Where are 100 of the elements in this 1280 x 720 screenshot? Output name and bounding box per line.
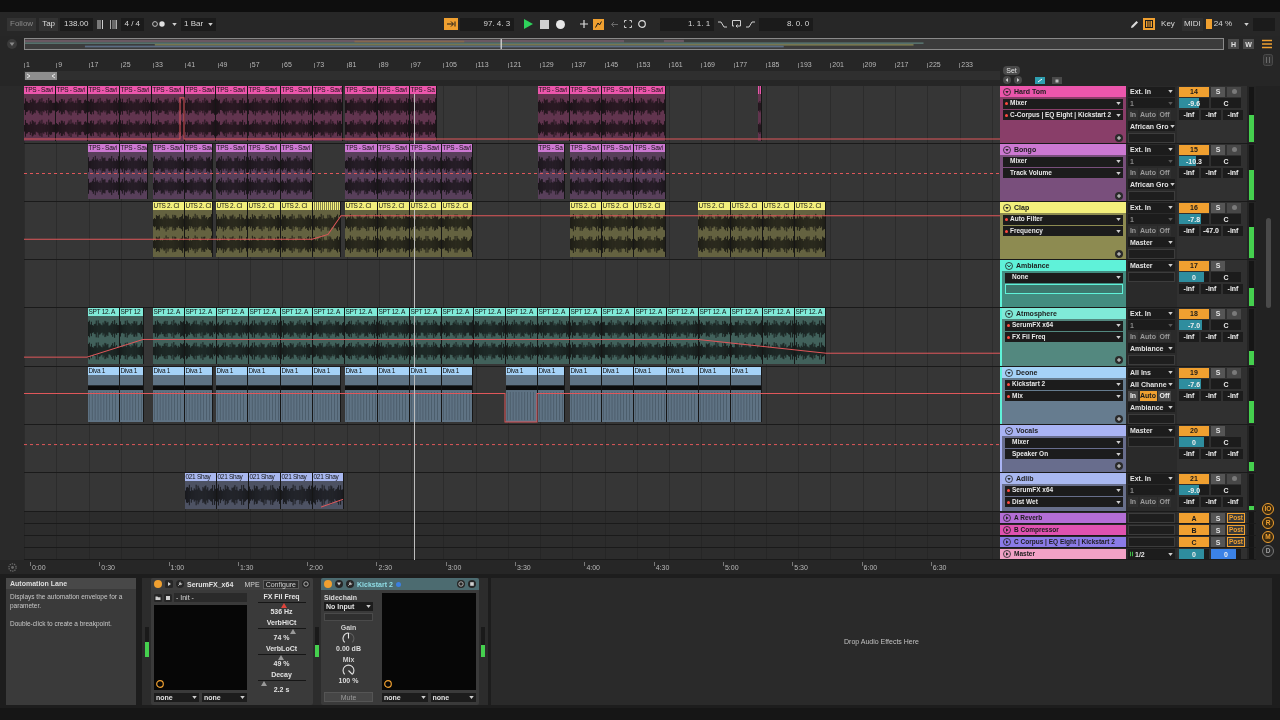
toggle-dot-icon[interactable]: [324, 580, 332, 588]
square-icon[interactable]: [164, 593, 172, 602]
wrench-icon[interactable]: [346, 580, 354, 588]
double-bar-icon[interactable]: [1263, 54, 1273, 66]
waveform: [216, 210, 247, 257]
corner-brackets-icon[interactable]: [624, 20, 633, 28]
fold-triangle-icon[interactable]: [1005, 309, 1013, 318]
gear-icon[interactable]: [7, 562, 17, 572]
rotary-knob[interactable]: [342, 632, 355, 645]
expand-triangle-icon[interactable]: [1003, 550, 1011, 558]
parameter-slider[interactable]: [257, 654, 306, 660]
empty-field[interactable]: [1128, 413, 1175, 424]
empty-field[interactable]: [1128, 190, 1175, 201]
follow-button[interactable]: Follow: [7, 17, 37, 31]
position-toggle-button[interactable]: [444, 18, 459, 30]
arm-button[interactable]: [1227, 202, 1241, 213]
add-circle-icon[interactable]: [1115, 356, 1123, 364]
add-circle-icon[interactable]: [1115, 415, 1123, 423]
audio-clip[interactable]: [313, 202, 341, 257]
fold-triangle-icon[interactable]: [1005, 368, 1013, 377]
slider-thumb[interactable]: [280, 603, 287, 608]
step-line-icon[interactable]: [718, 20, 728, 28]
midi-map-button[interactable]: MIDI: [1181, 17, 1203, 31]
wrench-icon[interactable]: [176, 580, 184, 588]
ring-icon[interactable]: [457, 580, 465, 588]
loop-bar[interactable]: [24, 71, 1000, 80]
expand-triangle-icon[interactable]: [1003, 538, 1011, 546]
arm-button[interactable]: [1227, 367, 1241, 378]
add-circle-icon[interactable]: [1115, 192, 1123, 200]
ring-icon[interactable]: [302, 580, 310, 588]
parameter-slider[interactable]: [257, 680, 306, 686]
slider-thumb[interactable]: [290, 629, 296, 634]
empty-field[interactable]: [1128, 272, 1175, 282]
tempo-field[interactable]: 138.00: [60, 17, 93, 31]
expand-triangle-icon[interactable]: [1003, 526, 1011, 534]
caret-icon: [1116, 500, 1121, 504]
loop-icon[interactable]: [732, 20, 742, 28]
fold-triangle-icon[interactable]: [1003, 145, 1011, 154]
loop-start-field[interactable]: 1. 1. 1: [660, 17, 715, 31]
square-icon[interactable]: [468, 580, 476, 588]
key-map-button[interactable]: Key: [1159, 17, 1177, 31]
triangle-down-icon[interactable]: [7, 39, 17, 49]
menu-icon[interactable]: [1262, 39, 1272, 49]
arrow-right-circle-icon[interactable]: [1014, 76, 1022, 84]
pencil-icon[interactable]: [1130, 19, 1140, 29]
empty-field[interactable]: [1128, 248, 1175, 259]
arrangement-overview[interactable]: [24, 38, 1224, 50]
step-line-icon[interactable]: [746, 20, 756, 28]
toggle-dot-icon[interactable]: [154, 580, 162, 588]
tile-icon[interactable]: [1052, 76, 1062, 84]
position-field[interactable]: 97. 4. 3: [460, 17, 515, 31]
vertical-bars-icon[interactable]: [96, 19, 105, 29]
add-circle-icon[interactable]: [1115, 134, 1123, 142]
expand-triangle-icon[interactable]: [1003, 514, 1011, 522]
piano-keys-icon: [1145, 20, 1154, 28]
two-circles-icon[interactable]: [152, 21, 167, 27]
arrow-left-circle-icon[interactable]: [1003, 76, 1011, 84]
empty-field[interactable]: [1128, 437, 1175, 447]
parameter-slider[interactable]: [257, 602, 306, 608]
loop-brace[interactable]: [25, 71, 57, 80]
play-icon[interactable]: [165, 580, 173, 588]
arm-button[interactable]: [1227, 473, 1241, 484]
empty-field[interactable]: [1128, 537, 1175, 547]
audio-clip[interactable]: [758, 86, 762, 141]
slider-thumb[interactable]: [278, 655, 284, 660]
fold-triangle-icon[interactable]: [1003, 203, 1011, 212]
parameter-slider[interactable]: [257, 628, 306, 634]
record-icon[interactable]: [556, 19, 566, 29]
keyboard-button[interactable]: [1143, 18, 1156, 30]
waveform: [120, 94, 151, 141]
chevron-circle-icon[interactable]: [1005, 426, 1013, 435]
vertical-bars-icon[interactable]: [108, 19, 117, 29]
empty-field[interactable]: [1128, 513, 1175, 523]
tile-icon[interactable]: [1035, 76, 1045, 84]
quantization-dropdown[interactable]: 1 Bar: [181, 17, 217, 31]
loop-length-field[interactable]: 8. 0. 0: [759, 17, 814, 31]
arm-button[interactable]: [1227, 86, 1241, 97]
arm-button[interactable]: [1227, 308, 1241, 319]
folder-icon[interactable]: [154, 593, 162, 602]
circle-icon[interactable]: [638, 20, 647, 28]
arrow-left-icon[interactable]: [610, 20, 619, 28]
empty-field[interactable]: [1128, 354, 1175, 365]
automation-arm-button[interactable]: [593, 18, 605, 30]
empty-field[interactable]: [1128, 132, 1175, 143]
triangle-down-icon[interactable]: [335, 580, 343, 588]
arm-button[interactable]: [1227, 144, 1241, 155]
empty-field[interactable]: [1128, 525, 1175, 535]
add-circle-icon[interactable]: [1115, 250, 1123, 258]
tap-button[interactable]: Tap: [39, 17, 59, 31]
time-signature-field[interactable]: 4 / 4: [120, 17, 145, 31]
slider-thumb[interactable]: [260, 681, 267, 686]
stop-icon[interactable]: [540, 19, 550, 29]
fold-triangle-icon[interactable]: [1005, 474, 1013, 483]
plus-icon[interactable]: [580, 20, 589, 28]
empty-field[interactable]: [324, 613, 373, 621]
play-icon[interactable]: [524, 19, 534, 29]
fold-triangle-icon[interactable]: [1003, 87, 1011, 96]
chevron-circle-icon[interactable]: [1005, 261, 1013, 270]
scrollbar-thumb[interactable]: [1265, 218, 1271, 308]
add-circle-icon[interactable]: [1115, 461, 1123, 470]
